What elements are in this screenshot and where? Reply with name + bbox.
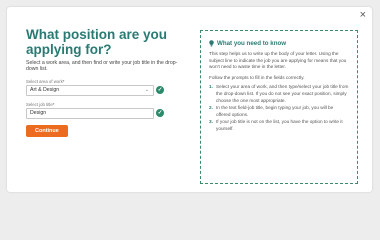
step-text: In the text field-job title, begin typin… <box>216 105 334 117</box>
list-item: 2. In the text field-job title, begin typ… <box>209 105 349 118</box>
info-steps-list: 1. Select your area of work, and then typ… <box>209 84 349 132</box>
required-mark: * <box>62 78 65 84</box>
title-field-row: ✓ <box>26 107 182 119</box>
step-number: 1. <box>209 84 213 90</box>
area-field-label: Select area of work* <box>26 79 182 84</box>
info-paragraph: Follow the prompts to fill in the fields… <box>209 74 305 80</box>
job-title-input[interactable] <box>30 108 140 118</box>
list-item: 3. If your job title is not on the list, … <box>209 119 349 132</box>
modal-dialog: × What position are you applying for? Se… <box>7 7 372 192</box>
job-title-field[interactable] <box>26 107 154 119</box>
info-heading-row: What you need to know <box>209 40 349 47</box>
area-valid-check-icon: ✓ <box>156 85 164 94</box>
position-form: What position are you applying for? Sele… <box>26 27 182 137</box>
continue-button[interactable]: Continue <box>26 124 68 137</box>
title-field-label: Select job title* <box>26 102 182 107</box>
step-text: Select your area of work, and then type/… <box>216 84 349 103</box>
step-text: If your job title is not on the list, yo… <box>216 119 343 131</box>
area-field-label-text: Select area of work <box>26 78 63 84</box>
close-icon[interactable]: × <box>360 10 366 21</box>
step-number: 2. <box>209 105 213 111</box>
area-field-row: Art & Design ⌄ ✓ <box>26 84 182 96</box>
title-field-label-text: Select job title <box>26 101 53 107</box>
chevron-down-icon[interactable]: ⌄ <box>145 86 149 95</box>
lightbulb-icon <box>209 40 214 47</box>
required-mark: * <box>52 101 55 107</box>
page-title: What position are you applying for? <box>26 27 168 57</box>
list-item: 1. Select your area of work, and then typ… <box>209 84 349 104</box>
info-heading: What you need to know <box>217 40 287 47</box>
area-select-value: Art & Design <box>30 86 60 93</box>
title-valid-check-icon: ✓ <box>156 108 164 117</box>
info-panel: What you need to know This step helps us… <box>200 30 358 184</box>
step-number: 3. <box>209 119 213 125</box>
form-intro: Select a work area, and then find or wri… <box>26 60 178 73</box>
area-select[interactable]: Art & Design ⌄ <box>26 84 154 96</box>
info-paragraph: This step helps us to write up the body … <box>209 51 347 70</box>
